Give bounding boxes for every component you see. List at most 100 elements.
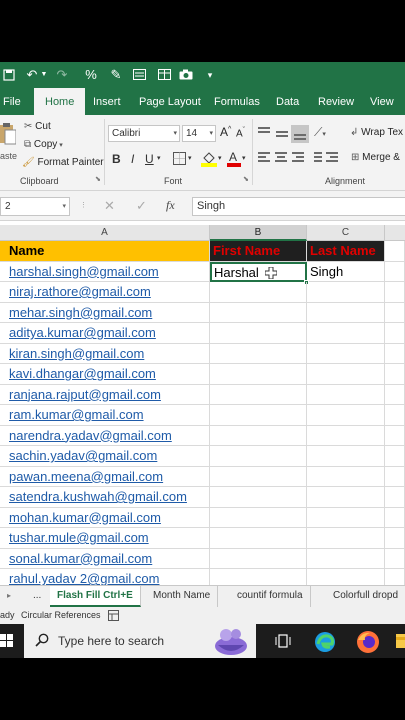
sheet-more-button[interactable]: ... [26, 586, 48, 607]
italic-button[interactable]: I [131, 151, 134, 167]
first-name-cell[interactable] [210, 528, 307, 549]
last-name-cell[interactable] [307, 548, 385, 569]
header-cell-name[interactable]: Name [0, 241, 210, 262]
table-cell[interactable] [385, 364, 405, 385]
formula-input[interactable]: Singh [192, 197, 405, 216]
tab-page-layout[interactable]: Page Layout [139, 88, 201, 115]
status-circular-references[interactable]: Circular References [21, 607, 101, 624]
first-name-cell[interactable] [210, 323, 307, 344]
email-cell[interactable]: kavi.dhangar@gmail.com [0, 364, 210, 385]
decrease-indent-icon[interactable] [310, 152, 322, 164]
tab-review[interactable]: Review [318, 88, 354, 115]
first-name-cell[interactable] [210, 282, 307, 303]
table-icon[interactable] [156, 66, 172, 84]
last-name-cell[interactable] [307, 466, 385, 487]
first-name-cell[interactable] [210, 384, 307, 405]
table-cell[interactable] [385, 507, 405, 528]
email-cell[interactable]: rahul.yadav 2@gmail.com [0, 569, 210, 585]
table-cell[interactable] [385, 425, 405, 446]
email-cell[interactable]: tushar.mule@gmail.com [0, 528, 210, 549]
table-cell[interactable] [385, 302, 405, 323]
increase-indent-icon[interactable] [326, 152, 338, 164]
table-cell[interactable] [385, 548, 405, 569]
formula-bar-options-icon[interactable]: ⋮ [80, 201, 87, 209]
column-header-a[interactable]: A [0, 225, 210, 241]
task-view-icon[interactable] [275, 633, 291, 654]
copy-button[interactable]: ⧉ Copy ▾ [24, 139, 63, 150]
right-align-icon[interactable] [292, 152, 304, 164]
table-cell[interactable] [385, 384, 405, 405]
redo-icon[interactable]: ↷ [54, 66, 70, 84]
email-cell[interactable]: sachin.yadav@gmail.com [0, 446, 210, 467]
name-box[interactable]: 2 ▾ [0, 197, 70, 216]
format-brush-icon[interactable]: ✎ [108, 66, 124, 84]
sheet-tab-countif-formula[interactable]: countif formula [230, 586, 311, 607]
table-cell[interactable] [385, 466, 405, 487]
last-name-cell[interactable] [307, 487, 385, 508]
first-name-cell[interactable] [210, 446, 307, 467]
tab-data[interactable]: Data [276, 88, 299, 115]
email-cell[interactable]: narendra.yadav@gmail.com [0, 425, 210, 446]
camera-icon[interactable] [178, 66, 194, 84]
last-name-cell[interactable] [307, 302, 385, 323]
paste-icon[interactable] [0, 121, 17, 151]
last-name-cell[interactable] [307, 384, 385, 405]
last-name-cell[interactable] [307, 323, 385, 344]
table-cell[interactable] [385, 343, 405, 364]
table-cell[interactable] [385, 405, 405, 426]
first-name-cell[interactable] [210, 405, 307, 426]
font-color-dropdown-icon[interactable]: ▾ [242, 151, 246, 167]
first-name-cell[interactable] [210, 425, 307, 446]
tab-insert[interactable]: Insert [93, 88, 121, 115]
first-name-cell[interactable]: Harshal [210, 261, 307, 282]
save-icon[interactable] [2, 66, 16, 84]
underline-button[interactable]: U [145, 151, 154, 167]
borders-dropdown-icon[interactable]: ▾ [188, 151, 192, 167]
bold-button[interactable]: B [112, 151, 121, 167]
email-cell[interactable]: ram.kumar@gmail.com [0, 405, 210, 426]
taskbar-search-box[interactable]: Type here to search [24, 624, 256, 658]
first-name-cell[interactable] [210, 302, 307, 323]
last-name-cell[interactable] [307, 364, 385, 385]
last-name-cell[interactable] [307, 446, 385, 467]
paste-label[interactable]: aste [0, 151, 17, 161]
undo-dropdown-icon[interactable]: ▼ [40, 66, 48, 84]
email-cell[interactable]: niraj.rathore@gmail.com [0, 282, 210, 303]
worksheet-grid[interactable]: A B C Name First Name Last Name harshal.… [0, 221, 405, 585]
column-header-c[interactable]: C [307, 225, 385, 241]
tab-view[interactable]: View [370, 88, 394, 115]
font-color-icon[interactable]: A [227, 150, 241, 172]
sheet-tab-flash-fill[interactable]: Flash Fill Ctrl+E [50, 586, 141, 607]
last-name-cell[interactable] [307, 425, 385, 446]
column-header-b[interactable]: B [210, 225, 307, 241]
bottom-align-icon[interactable] [291, 125, 309, 143]
font-name-select[interactable]: Calibri ▾ [108, 125, 180, 142]
table-cell[interactable] [385, 569, 405, 585]
email-cell[interactable]: satendra.kushwah@gmail.com [0, 487, 210, 508]
center-align-icon[interactable] [275, 152, 287, 164]
table-cell[interactable] [385, 261, 405, 282]
table-cell[interactable] [385, 323, 405, 344]
tab-file[interactable]: File [3, 88, 21, 115]
customize-icon[interactable]: ▾ [205, 66, 215, 84]
email-cell[interactable]: harshal.singh@gmail.com [0, 261, 210, 282]
last-name-cell[interactable] [307, 343, 385, 364]
header-cell-first-name[interactable]: First Name [210, 241, 307, 262]
table-cell[interactable] [385, 487, 405, 508]
top-align-icon[interactable] [258, 127, 272, 141]
email-cell[interactable]: sonal.kumar@gmail.com [0, 548, 210, 569]
table-cell[interactable] [385, 528, 405, 549]
cancel-icon[interactable]: ✕ [104, 198, 115, 214]
tab-home[interactable]: Home [34, 88, 86, 115]
email-cell[interactable]: mohan.kumar@gmail.com [0, 507, 210, 528]
fill-color-icon[interactable] [201, 150, 217, 172]
last-name-cell[interactable]: Singh [307, 261, 385, 282]
email-cell[interactable]: ranjana.rajput@gmail.com [0, 384, 210, 405]
first-name-cell[interactable] [210, 569, 307, 585]
form-icon[interactable] [131, 66, 147, 84]
decrease-font-button[interactable]: Aˇ [236, 127, 245, 139]
merge-center-button[interactable]: ⊞ Merge & [351, 152, 400, 163]
insert-function-icon[interactable]: fx [166, 198, 175, 213]
left-align-icon[interactable] [258, 152, 270, 164]
first-name-cell[interactable] [210, 507, 307, 528]
